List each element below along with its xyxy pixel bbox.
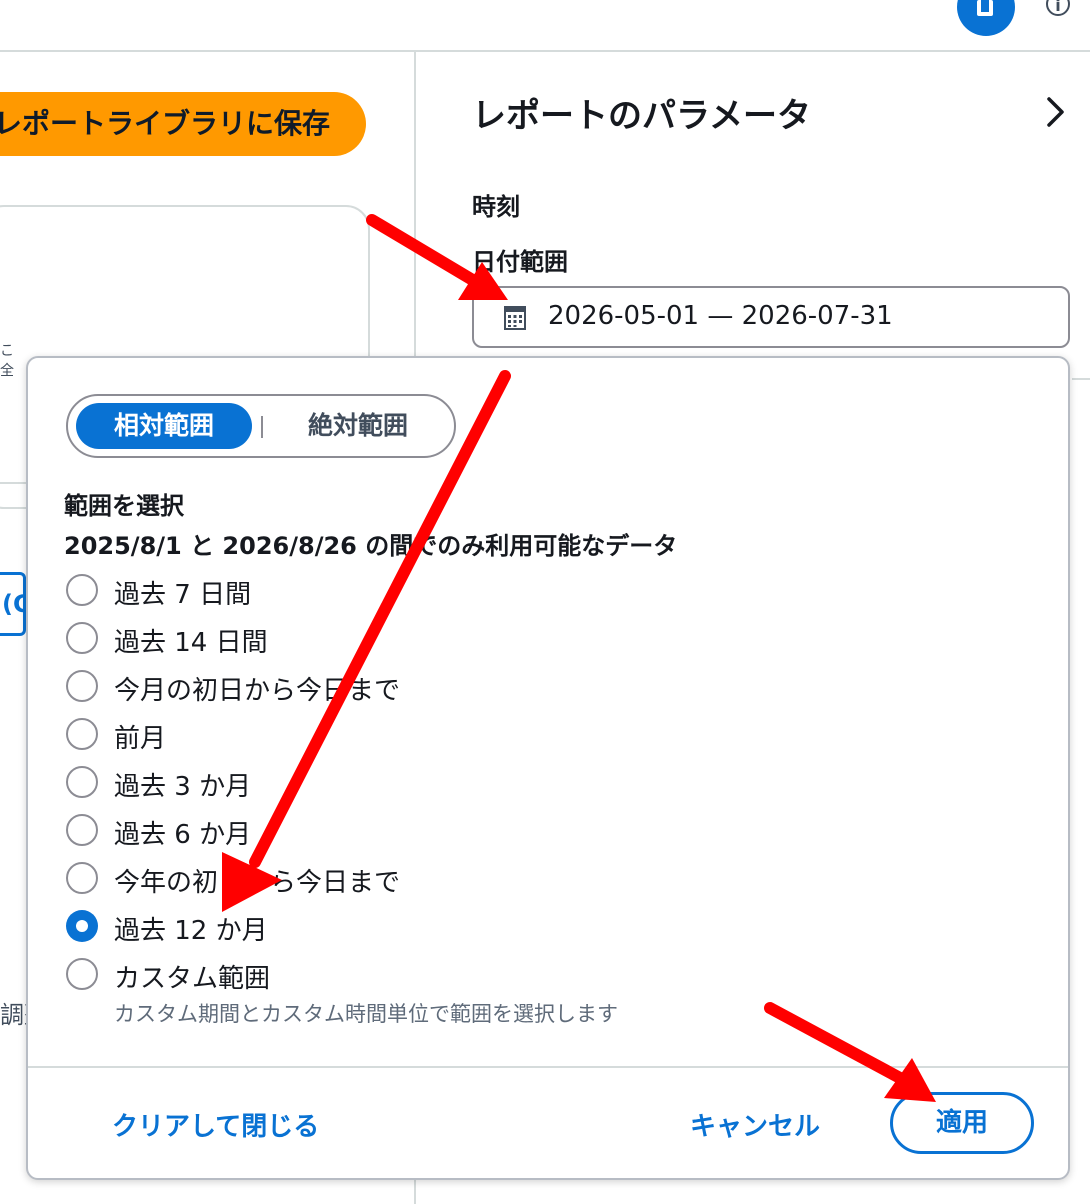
radio-dot <box>76 920 88 932</box>
date-range-popover: 相対範囲 絶対範囲 範囲を選択 2025/8/1 と 2026/8/26 の間で… <box>26 356 1070 1180</box>
truncated-text: こ <box>0 343 14 359</box>
radio-button[interactable] <box>66 862 98 894</box>
date-range-label: 日付範囲 <box>472 248 568 276</box>
radio-option-previous-month[interactable]: 前月 <box>64 714 764 754</box>
option-label: 過去 14 日間 <box>114 628 268 658</box>
radio-option-year-to-date[interactable]: 今年の初日から今日まで <box>64 858 764 898</box>
option-label: 今年の初日から今日まで <box>114 868 401 898</box>
option-label: 今月の初日から今日まで <box>114 676 401 706</box>
radio-button[interactable] <box>66 814 98 846</box>
option-label: カスタム範囲 <box>114 964 271 994</box>
radio-button[interactable] <box>66 958 98 990</box>
radio-button[interactable] <box>66 670 98 702</box>
cancel-button[interactable]: キャンセル <box>690 1106 820 1143</box>
range-type-toggle: 相対範囲 絶対範囲 <box>66 394 456 458</box>
info-icon[interactable]: i <box>1046 0 1070 16</box>
choose-range-label: 範囲を選択 <box>64 492 184 520</box>
option-label: 過去 12 か月 <box>114 916 268 946</box>
bookmark-icon-notch <box>981 0 989 12</box>
panel-title: レポートのパラメータ <box>472 96 811 136</box>
radio-button[interactable] <box>66 574 98 606</box>
radio-option-month-to-date[interactable]: 今月の初日から今日まで <box>64 666 764 706</box>
radio-option-custom-range[interactable]: カスタム範囲 <box>64 954 764 994</box>
option-label: 過去 3 か月 <box>114 772 252 802</box>
footer-divider <box>28 1066 1068 1068</box>
radio-option-last-6-months[interactable]: 過去 6 か月 <box>64 810 764 850</box>
radio-button[interactable] <box>66 766 98 798</box>
radio-option-last-3-months[interactable]: 過去 3 か月 <box>64 762 764 802</box>
date-range-field[interactable]: 2026-05-01 — 2026-07-31 <box>472 286 1070 348</box>
save-to-library-button[interactable]: レポートライブラリに保存 <box>0 92 366 156</box>
radio-option-last-14-days[interactable]: 過去 14 日間 <box>64 618 764 658</box>
option-label: 過去 7 日間 <box>114 580 252 610</box>
tab-absolute-range[interactable]: 絶対範囲 <box>270 403 446 449</box>
clear-and-close-button[interactable]: クリアして閉じる <box>112 1106 319 1143</box>
top-bar: i <box>0 0 1090 52</box>
date-range-value: 2026-05-01 — 2026-07-31 <box>548 301 893 331</box>
toggle-divider <box>261 416 263 438</box>
radio-option-last-12-months[interactable]: 過去 12 か月 <box>64 906 764 946</box>
apply-button[interactable]: 適用 <box>890 1092 1034 1154</box>
option-label: 前月 <box>114 724 167 754</box>
radio-button-selected[interactable] <box>66 910 98 942</box>
divider <box>1072 378 1090 380</box>
tab-relative-range[interactable]: 相対範囲 <box>76 403 252 449</box>
bookmark-icon[interactable] <box>957 0 1015 36</box>
custom-range-description: カスタム期間とカスタム時間単位で範囲を選択します <box>114 1002 618 1026</box>
availability-note: 2025/8/1 と 2026/8/26 の間でのみ利用可能なデータ <box>64 532 678 560</box>
truncated-text: 全 <box>0 363 14 379</box>
radio-button[interactable] <box>66 718 98 750</box>
calendar-icon <box>504 306 526 330</box>
truncated-tab[interactable]: (C <box>0 572 26 636</box>
time-label: 時刻 <box>472 193 520 221</box>
truncated-text: 調整 <box>0 1001 26 1029</box>
chevron-right-icon[interactable] <box>1040 95 1070 129</box>
radio-button[interactable] <box>66 622 98 654</box>
radio-option-last-7-days[interactable]: 過去 7 日間 <box>64 570 764 610</box>
option-label: 過去 6 か月 <box>114 820 252 850</box>
